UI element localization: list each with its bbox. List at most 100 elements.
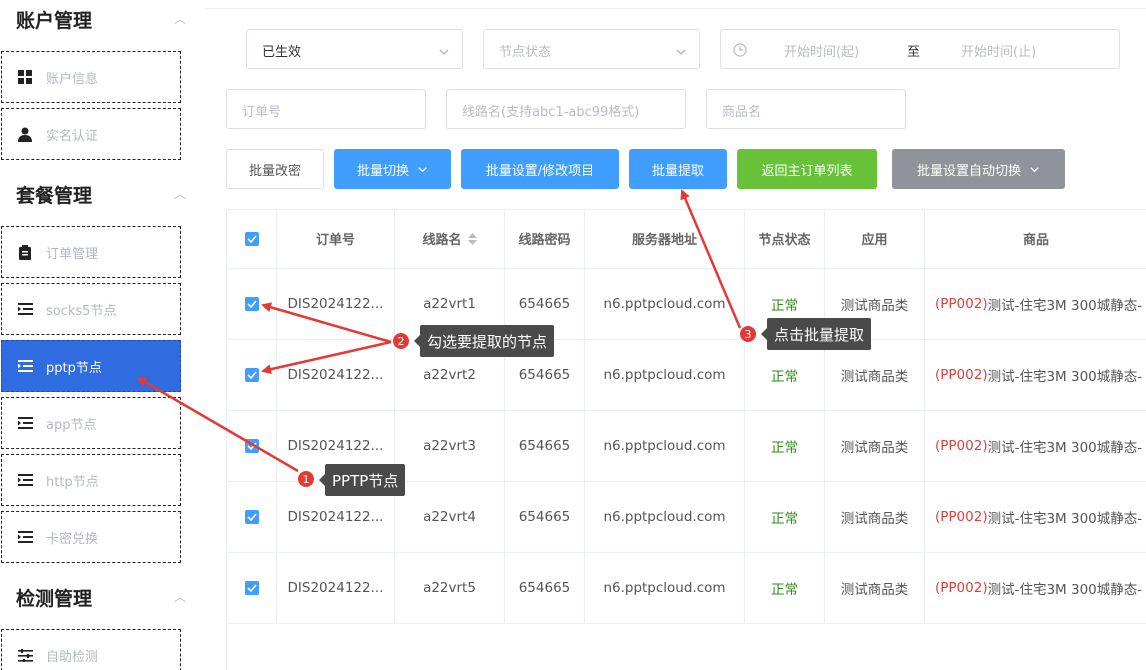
step-badge-1: 1	[297, 470, 315, 488]
date-end-input[interactable]: 开始时间(止)	[961, 41, 1036, 60]
sidebar-item-orders[interactable]: 订单管理	[1, 226, 181, 278]
status-cell: 正常	[745, 340, 825, 410]
status-select-value: 已生效	[262, 45, 302, 60]
clock-icon	[733, 42, 747, 61]
sidebar-item-label: 卡密兑换	[46, 531, 99, 547]
server-cell: n6.pptpcloud.com	[585, 340, 745, 410]
line-cell: a22vrt3	[395, 411, 505, 481]
header-server: 服务器地址	[585, 209, 745, 268]
chevron-down-icon	[675, 43, 687, 62]
header-line[interactable]: 线路名	[395, 209, 505, 268]
back-to-orders-button[interactable]: 返回主订单列表	[737, 149, 877, 189]
password-cell: 654665	[505, 482, 585, 552]
app-cell: 测试商品类	[825, 482, 925, 552]
table-row[interactable]: DIS2024122... a22vrt5 654665 n6.pptpclou…	[227, 553, 1146, 624]
node-table: 订单号 线路名 线路密码 服务器地址 节点状态 应用 商品 DIS2024122…	[226, 209, 1146, 670]
group-detection[interactable]: 检测管理 ︿	[0, 578, 190, 618]
sidebar-item-label: http节点	[46, 474, 99, 490]
sidebar-item-self-check[interactable]: 自助检测	[1, 629, 181, 670]
sidebar-item-socks5[interactable]: socks5节点	[1, 283, 181, 335]
batch-extract-button[interactable]: 批量提取	[629, 149, 727, 189]
table-row[interactable]: DIS2024122... a22vrt1 654665 n6.pptpclou…	[227, 269, 1146, 340]
header-password: 线路密码	[505, 209, 585, 268]
order-no-placeholder: 订单号	[242, 105, 282, 120]
list-icon	[17, 529, 33, 545]
product-code: (PP002)	[935, 580, 988, 596]
table-row[interactable]: DIS2024122... a22vrt2 654665 n6.pptpclou…	[227, 340, 1146, 411]
header-status: 节点状态	[745, 209, 825, 268]
product-cell: (PP002) 测试-住宅3M 300城静态-	[925, 340, 1146, 410]
product-name: 测试-住宅3M 300城静态-	[987, 582, 1143, 598]
node-status-select[interactable]: 节点状态	[483, 29, 700, 69]
step-badge-3: 3	[739, 325, 757, 343]
date-start-input[interactable]: 开始时间(起)	[784, 41, 859, 60]
batch-project-label: 批量设置/修改项目	[485, 163, 595, 179]
product-code: (PP002)	[935, 367, 988, 383]
row-checkbox-cell	[227, 340, 277, 410]
group-title: 检测管理	[16, 588, 93, 610]
status-cell: 正常	[745, 411, 825, 481]
row-checkbox[interactable]	[244, 510, 259, 524]
row-checkbox[interactable]	[244, 581, 259, 595]
list-icon	[17, 472, 33, 488]
batch-project-button[interactable]: 批量设置/修改项目	[461, 149, 619, 189]
header-label: 线路名	[422, 233, 462, 248]
sidebar-item-account-info[interactable]: 账户信息	[1, 51, 181, 103]
batch-auto-switch-label: 批量设置自动切换	[916, 163, 1021, 179]
select-all-checkbox[interactable]	[244, 231, 259, 246]
product-cell: (PP002) 测试-住宅3M 300城静态-	[925, 553, 1146, 623]
line-cell: a22vrt5	[395, 553, 505, 623]
app-cell: 测试商品类	[825, 553, 925, 623]
row-checkbox[interactable]	[244, 439, 259, 453]
server-cell: n6.pptpcloud.com	[585, 482, 745, 552]
row-checkbox[interactable]	[244, 297, 259, 311]
node-status-placeholder: 节点状态	[499, 45, 552, 60]
batch-auto-switch-button[interactable]: 批量设置自动切换	[892, 149, 1065, 189]
order-no-input[interactable]: 订单号	[226, 89, 426, 129]
list-icon	[17, 415, 33, 431]
sliders-icon	[17, 647, 33, 663]
chevron-up-icon: ︿	[174, 187, 187, 201]
sidebar-item-verification[interactable]: 实名认证	[1, 108, 181, 160]
server-cell: n6.pptpcloud.com	[585, 269, 745, 339]
product-name: 测试-住宅3M 300城静态-	[987, 369, 1143, 385]
date-separator: 至	[907, 45, 921, 60]
batch-switch-button[interactable]: 批量切换	[334, 149, 451, 189]
status-cell: 正常	[745, 482, 825, 552]
date-range-picker[interactable]: 开始时间(起) 至 开始时间(止)	[720, 29, 1120, 69]
header-label: 节点状态	[758, 233, 811, 248]
group-account[interactable]: 账户管理 ︿	[0, 0, 190, 40]
header-app: 应用	[825, 209, 925, 268]
row-checkbox[interactable]	[244, 368, 259, 382]
server-cell: n6.pptpcloud.com	[585, 411, 745, 481]
row-checkbox-cell	[227, 411, 277, 481]
status-select[interactable]: 已生效	[246, 29, 463, 69]
batch-password-button[interactable]: 批量改密	[226, 149, 324, 189]
sidebar-item-http[interactable]: http节点	[1, 454, 181, 506]
chevron-up-icon: ︿	[174, 12, 187, 26]
sidebar-item-app[interactable]: app节点	[1, 397, 181, 449]
group-package[interactable]: 套餐管理 ︿	[0, 175, 190, 215]
list-icon	[17, 358, 33, 374]
list-icon	[17, 301, 33, 317]
chevron-down-icon	[417, 164, 428, 175]
sidebar-item-card-redeem[interactable]: 卡密兑换	[1, 511, 181, 563]
sidebar-item-label: 自助检测	[46, 649, 99, 665]
group-title: 套餐管理	[16, 185, 93, 207]
chevron-down-icon	[438, 43, 450, 62]
password-cell: 654665	[505, 553, 585, 623]
sidebar-item-label: 订单管理	[46, 246, 99, 262]
line-name-input[interactable]: 线路名(支持abc1-abc99格式)	[446, 89, 686, 129]
sidebar: 账户管理 ︿ 账户信息 实名认证 套餐管理 ︿ 订单管理 socks5节点 pp…	[0, 0, 205, 670]
batch-extract-label: 批量提取	[651, 163, 704, 179]
callout-select-nodes: 勾选要提取的节点	[413, 325, 555, 357]
product-name: 测试-住宅3M 300城静态-	[987, 511, 1143, 527]
sort-icon[interactable]	[467, 232, 477, 245]
app-cell: 测试商品类	[825, 340, 925, 410]
header-order: 订单号	[277, 209, 395, 268]
back-to-orders-label: 返回主订单列表	[761, 163, 853, 179]
product-input[interactable]: 商品名	[706, 89, 906, 129]
product-cell: (PP002) 测试-住宅3M 300城静态-	[925, 411, 1146, 481]
header-product: 商品	[925, 209, 1146, 268]
sidebar-item-pptp[interactable]: pptp节点	[1, 340, 181, 392]
